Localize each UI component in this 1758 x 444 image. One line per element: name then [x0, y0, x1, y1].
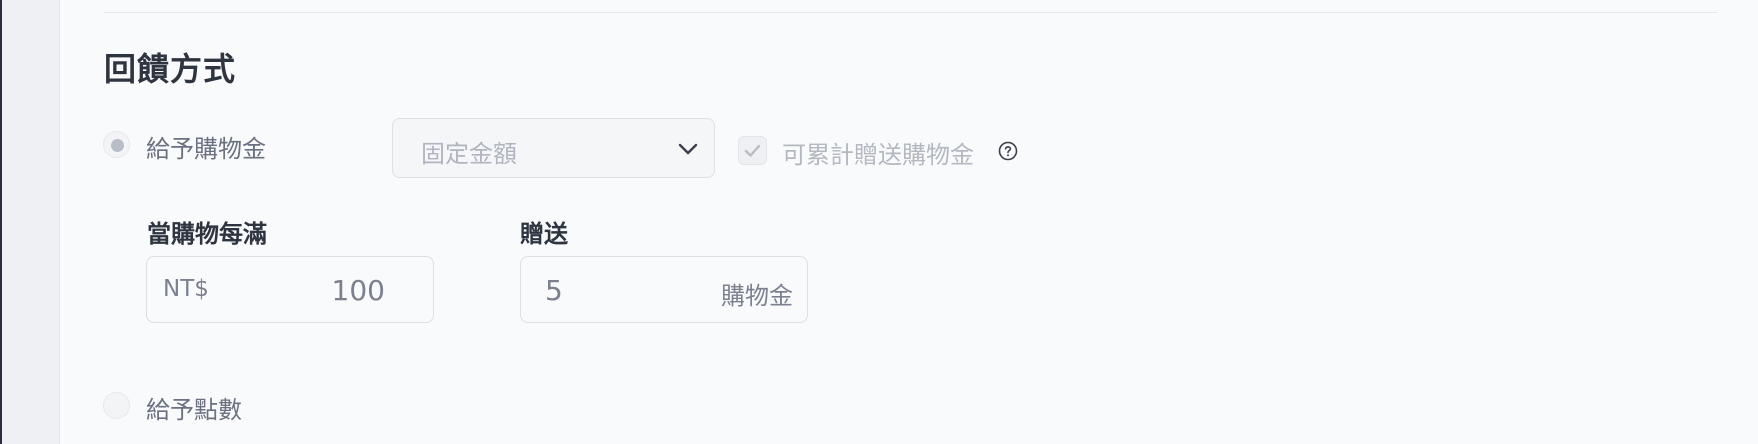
section-title: 回饋方式	[104, 50, 237, 88]
threshold-value: 100	[331, 274, 385, 307]
section-divider	[104, 12, 1717, 13]
amount-type-select[interactable]: 固定金額	[392, 118, 715, 178]
radio-give-points[interactable]	[103, 392, 130, 419]
cumulative-label[interactable]: 可累計贈送購物金	[782, 135, 974, 170]
cumulative-checkbox[interactable]	[738, 136, 767, 165]
radio-give-points-label[interactable]: 給予點數	[146, 390, 242, 425]
radio-selected-dot	[111, 139, 124, 152]
side-rail	[2, 0, 60, 444]
question-circle-icon[interactable]	[998, 141, 1018, 161]
reward-value: 5	[545, 274, 563, 307]
threshold-label: 當購物每滿	[147, 220, 267, 248]
radio-give-credit[interactable]	[103, 131, 130, 158]
currency-prefix: NT$	[163, 276, 209, 302]
amount-type-value: 固定金額	[421, 140, 517, 168]
chevron-down-icon	[678, 143, 698, 155]
reward-suffix: 購物金	[721, 282, 793, 310]
check-icon	[744, 144, 761, 157]
threshold-input[interactable]: NT$ 100	[146, 256, 434, 323]
radio-give-credit-label[interactable]: 給予購物金	[146, 129, 266, 164]
reward-input[interactable]: 5 購物金	[520, 256, 808, 323]
reward-label: 贈送	[520, 220, 568, 248]
